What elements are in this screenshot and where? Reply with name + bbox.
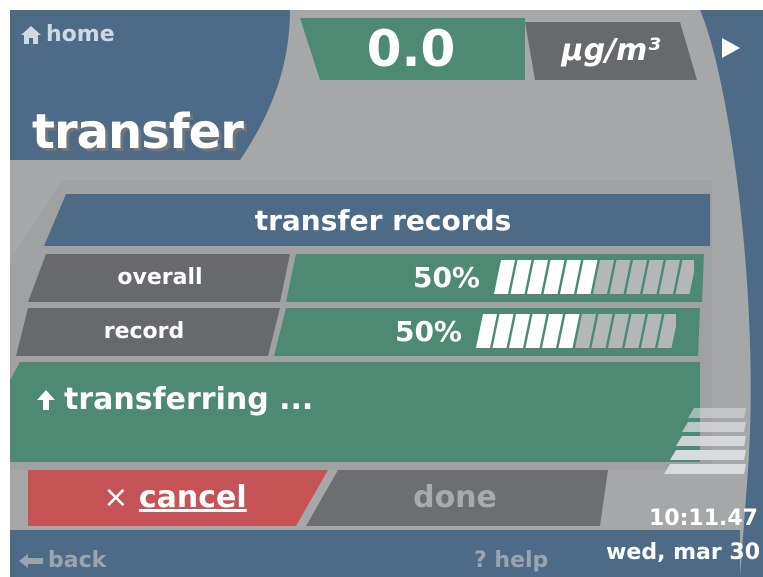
home-label: home	[46, 22, 115, 47]
cancel-label: cancel	[138, 480, 247, 515]
status-message: transferring ...	[36, 382, 313, 417]
close-icon: ×	[103, 480, 129, 515]
help-link[interactable]: ? help	[474, 548, 548, 573]
home-icon	[21, 25, 41, 44]
clock-date: wed, mar 30	[606, 540, 760, 565]
status-label: transferring ...	[64, 382, 314, 417]
reading-unit: µg/m³	[561, 33, 661, 68]
back-link[interactable]: back	[18, 548, 106, 573]
page-title: transfer	[32, 104, 244, 160]
home-link[interactable]: home	[20, 22, 115, 47]
upload-arrow-icon	[37, 389, 55, 410]
panel-header: transfer records	[254, 204, 512, 237]
overall-progress-bar	[494, 260, 694, 294]
back-arrow-icon	[19, 553, 43, 568]
back-label: back	[48, 548, 107, 573]
record-percent: 50%	[394, 315, 462, 348]
cancel-button[interactable]: × cancel	[30, 472, 320, 524]
reading-value: 0.0	[366, 20, 456, 78]
done-button[interactable]: done	[330, 472, 580, 524]
next-arrow-icon[interactable]	[718, 36, 742, 60]
overall-percent: 50%	[412, 261, 480, 294]
record-progress-bar	[476, 314, 676, 348]
record-label: record	[103, 319, 185, 344]
device-screen: home 0.0 µg/m³ transfer transfer records…	[0, 0, 763, 577]
overall-label: overall	[117, 265, 203, 290]
clock-time: 10:11.47	[648, 506, 758, 531]
